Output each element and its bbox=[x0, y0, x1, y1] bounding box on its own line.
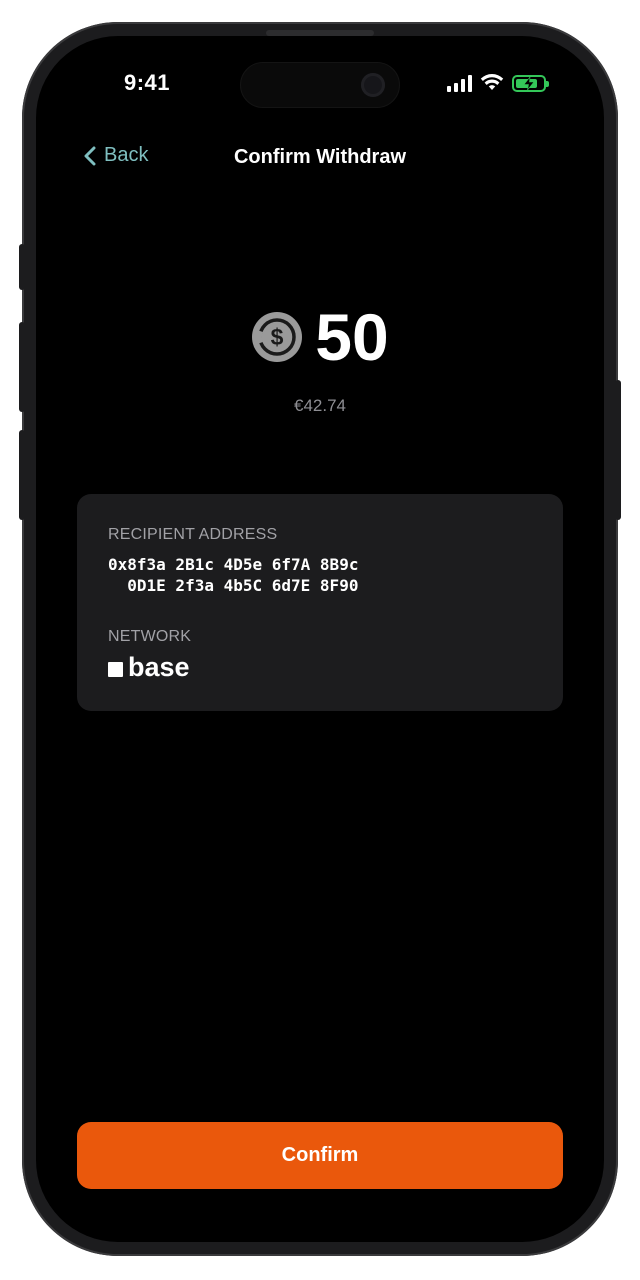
svg-text:$: $ bbox=[271, 324, 284, 350]
volume-down-side-button bbox=[19, 430, 25, 520]
action-side-button bbox=[19, 244, 25, 290]
dynamic-island bbox=[240, 62, 400, 108]
base-logo-icon bbox=[108, 661, 123, 677]
signal-icon bbox=[447, 74, 472, 92]
recipient-address-label: RECIPIENT ADDRESS bbox=[108, 526, 278, 543]
volume-up-side-button bbox=[19, 322, 25, 412]
withdraw-details-card: RECIPIENT ADDRESS 0x8f3a 2B1c 4D5e 6f7A … bbox=[77, 494, 563, 711]
battery-charging-icon bbox=[512, 74, 549, 92]
fiat-value: €42.74 bbox=[294, 396, 346, 415]
page-title: Confirm Withdraw bbox=[233, 146, 407, 168]
amount-display: $ 50 bbox=[36, 304, 604, 370]
screen: 9:41 Back Confirm Withdraw $ 50 €42.74 R… bbox=[36, 36, 604, 1242]
power-side-button bbox=[615, 380, 621, 520]
recipient-address-line-1: 0x8f3a 2B1c 4D5e 6f7A 8B9c bbox=[108, 555, 359, 574]
network-label: NETWORK bbox=[108, 628, 192, 645]
confirm-button[interactable]: Confirm bbox=[77, 1122, 563, 1189]
usdc-coin-icon: $ bbox=[252, 312, 303, 362]
status-time: 9:41 bbox=[124, 70, 171, 95]
recipient-address-line-2: 0D1E 2f3a 4b5C 6d7E 8F90 bbox=[108, 576, 359, 595]
front-camera bbox=[361, 73, 385, 97]
wifi-icon bbox=[480, 74, 504, 90]
amount-value: 50 bbox=[315, 300, 389, 374]
network-logo: base bbox=[108, 652, 190, 683]
recipient-address: 0x8f3a 2B1c 4D5e 6f7A 8B9c 0D1E 2f3a 4b5… bbox=[108, 554, 358, 596]
network-name: base bbox=[128, 652, 190, 682]
status-icons bbox=[447, 74, 549, 92]
